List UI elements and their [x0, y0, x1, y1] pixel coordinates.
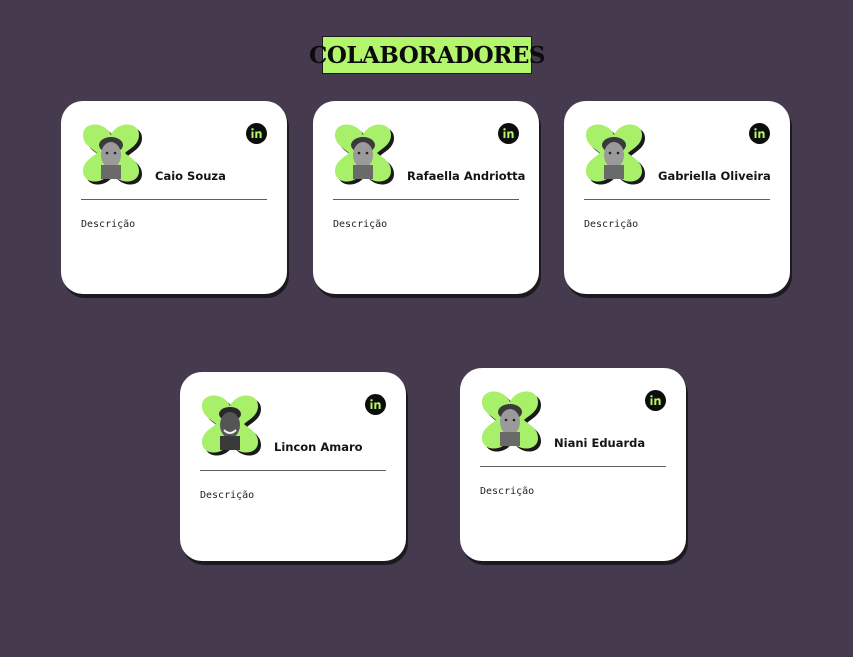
collaborator-name: Gabriella Oliveira: [658, 169, 771, 183]
avatar: [333, 123, 397, 187]
collaborator-card-rafaella: Rafaella Andriotta Descrição: [313, 101, 539, 294]
collaborator-name: Rafaella Andriotta: [407, 169, 526, 183]
linkedin-icon[interactable]: [749, 123, 770, 144]
description: Descrição: [81, 219, 136, 230]
linkedin-icon[interactable]: [498, 123, 519, 144]
collaborator-card-caio: Caio Souza Descrição: [61, 101, 287, 294]
collaborator-name: Caio Souza: [155, 169, 226, 183]
avatar: [81, 123, 145, 187]
description: Descrição: [480, 486, 535, 497]
page-title: COLABORADORES: [309, 36, 545, 74]
collaborator-name: Lincon Amaro: [274, 440, 363, 454]
description: Descrição: [200, 490, 255, 501]
avatar: [200, 394, 264, 458]
divider: [81, 199, 267, 200]
divider: [584, 199, 770, 200]
collaborator-card-lincon: Lincon Amaro Descrição: [180, 372, 406, 561]
divider: [200, 470, 386, 471]
collaborator-card-gabriella: Gabriella Oliveira Descrição: [564, 101, 790, 294]
divider: [333, 199, 519, 200]
linkedin-icon[interactable]: [365, 394, 386, 415]
description: Descrição: [333, 219, 388, 230]
linkedin-icon[interactable]: [645, 390, 666, 411]
divider: [480, 466, 666, 467]
collaborator-card-niani: Niani Eduarda Descrição: [460, 368, 686, 561]
collaborator-name: Niani Eduarda: [554, 436, 646, 450]
description: Descrição: [584, 219, 639, 230]
avatar: [584, 123, 648, 187]
linkedin-icon[interactable]: [246, 123, 267, 144]
avatar: [480, 390, 544, 454]
